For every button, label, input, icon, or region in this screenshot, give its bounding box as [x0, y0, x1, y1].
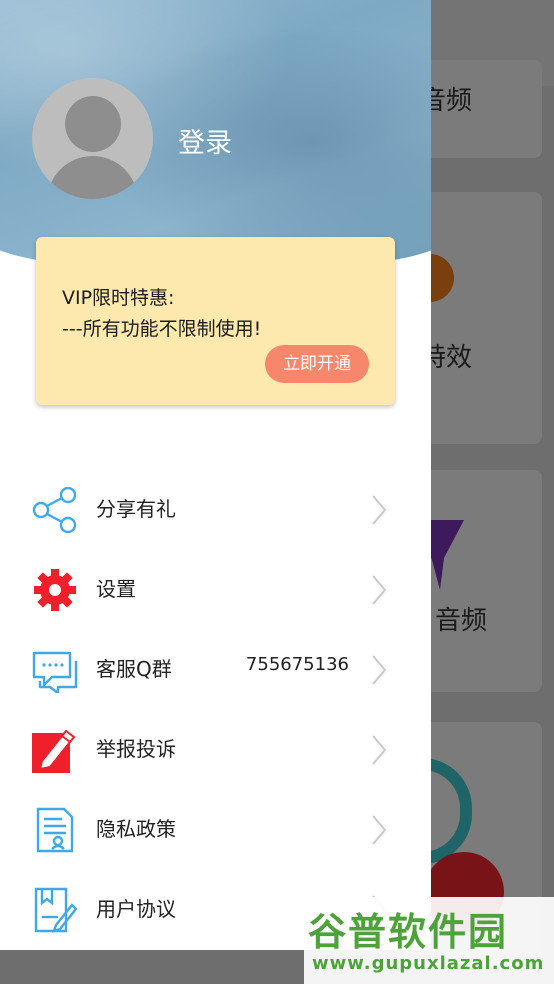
qq-group-number: 755675136	[245, 654, 349, 675]
avatar[interactable]	[32, 78, 153, 199]
chevron-right-icon	[372, 575, 387, 605]
menu-item-report[interactable]: 举报投诉	[0, 709, 431, 789]
chat-bubble-icon	[32, 651, 78, 693]
menu-item-share[interactable]: 分享有礼	[0, 469, 431, 549]
menu-item-privacy-policy[interactable]: 隐私政策	[0, 789, 431, 869]
menu-item-label: 分享有礼	[96, 497, 176, 521]
chevron-right-icon	[372, 815, 387, 845]
watermark-url: www.gupuxlazal.com	[312, 953, 545, 974]
chevron-right-icon	[372, 495, 387, 525]
report-pen-icon	[32, 729, 76, 773]
gear-icon	[34, 569, 76, 611]
menu-item-label: 客服Q群	[96, 657, 172, 681]
privacy-document-icon	[36, 807, 74, 853]
watermark: 谷普软件园 www.gupuxlazal.com	[304, 897, 554, 984]
chevron-right-icon	[372, 735, 387, 765]
menu-item-settings[interactable]: 设置	[0, 549, 431, 629]
menu-item-label: 设置	[96, 577, 136, 601]
watermark-logo: 谷普软件园	[308, 910, 509, 954]
chevron-right-icon	[372, 655, 387, 685]
navigation-drawer: 登录 VIP限时特惠: ---所有功能不限制使用! 立即开通 分享有礼 设置 客…	[0, 0, 431, 950]
vip-promo-card: VIP限时特惠: ---所有功能不限制使用! 立即开通	[36, 237, 395, 405]
agreement-book-icon	[34, 887, 78, 933]
menu-item-label: 举报投诉	[96, 737, 176, 761]
login-link[interactable]: 登录	[178, 121, 232, 160]
background-card-label: 音频	[434, 606, 487, 636]
share-icon	[32, 487, 77, 533]
vip-activate-button[interactable]: 立即开通	[265, 345, 369, 383]
vip-description: ---所有功能不限制使用!	[62, 318, 262, 340]
menu-item-label: 用户协议	[96, 897, 176, 921]
menu-item-label: 隐私政策	[96, 817, 176, 841]
menu-item-customer-service-group[interactable]: 客服Q群 755675136	[0, 629, 431, 709]
vip-title: VIP限时特惠:	[62, 287, 175, 309]
